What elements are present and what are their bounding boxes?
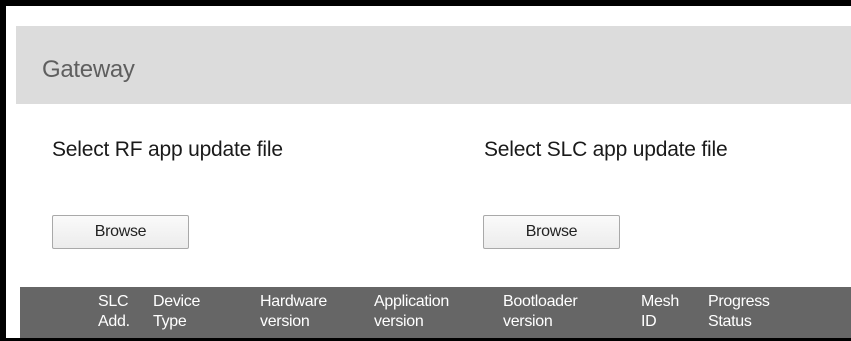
column-mesh-id[interactable]: Mesh ID: [641, 292, 679, 332]
column-label-line2: Add.: [98, 313, 130, 330]
column-label-line2: version: [260, 313, 310, 330]
gateway-window: Gateway Select RF app update file Select…: [0, 0, 851, 341]
column-label-line1: Bootloader: [503, 293, 578, 310]
column-label-line1: Mesh: [641, 293, 679, 310]
column-application-version[interactable]: Application version: [374, 292, 449, 332]
column-slc-address[interactable]: SLC Add.: [98, 292, 130, 332]
column-label-line1: Device: [153, 293, 201, 310]
column-label-line2: Status: [708, 313, 752, 330]
column-label-line1: Application: [374, 293, 449, 310]
rf-update-label: Select RF app update file: [52, 138, 283, 161]
browse-rf-button[interactable]: Browse: [52, 215, 189, 249]
column-label-line2: version: [374, 313, 424, 330]
column-label-line1: Progress: [708, 293, 770, 310]
slc-update-label: Select SLC app update file: [484, 138, 728, 161]
column-label-line2: version: [503, 313, 553, 330]
browse-slc-button[interactable]: Browse: [483, 215, 620, 249]
column-hardware-version[interactable]: Hardware version: [260, 292, 327, 332]
gateway-header: Gateway: [16, 26, 851, 104]
page-title: Gateway: [42, 56, 135, 83]
column-label-line1: Hardware: [260, 293, 327, 310]
column-label-line2: ID: [641, 313, 657, 330]
column-progress-status[interactable]: Progress Status: [708, 292, 770, 332]
column-device-type[interactable]: Device Type: [153, 292, 200, 332]
column-bootloader-version[interactable]: Bootloader version: [503, 292, 578, 332]
device-table-header: SLC Add. Device Type Hardware version Ap…: [20, 287, 851, 338]
column-label-line1: SLC: [98, 293, 129, 310]
column-label-line2: Type: [153, 313, 187, 330]
